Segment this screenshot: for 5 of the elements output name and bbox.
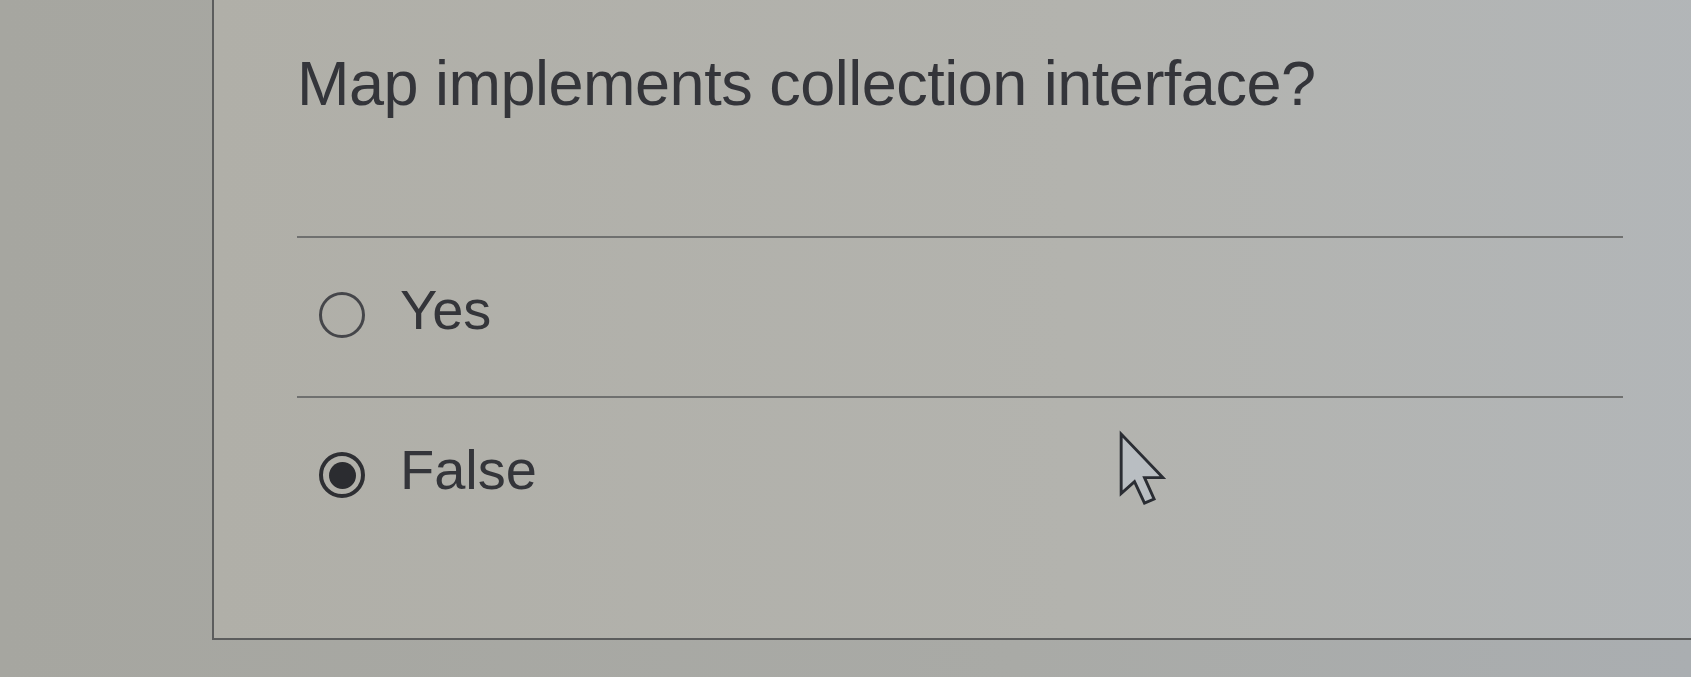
option-label[interactable]: Yes (400, 282, 492, 338)
radio-button[interactable] (319, 452, 365, 498)
cursor-icon (1117, 430, 1167, 508)
option-label[interactable]: False (400, 442, 537, 498)
radio-button[interactable] (319, 292, 365, 338)
